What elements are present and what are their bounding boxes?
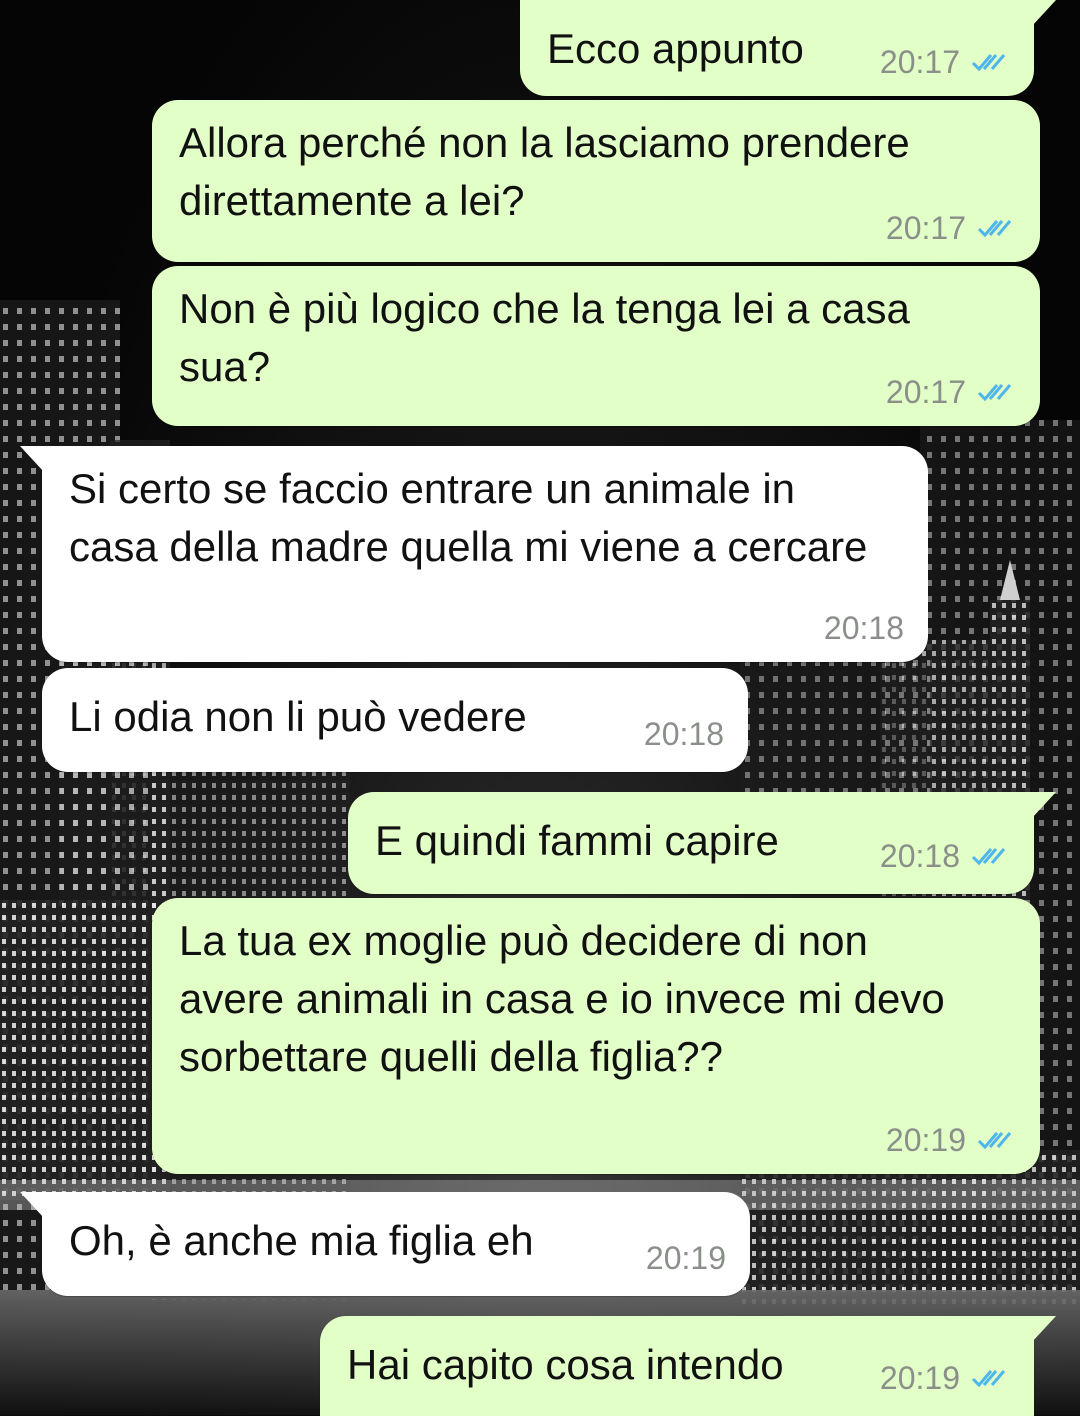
message-time: 20:19 [885,1122,966,1158]
message-meta: 20:19 [880,1360,1010,1396]
message-bubble-outgoing[interactable]: Allora perché non la lasciamo prendere d… [152,100,1040,262]
message-bubble-outgoing[interactable]: Hai capito cosa intendo 20:19 [320,1316,1056,1416]
message-bubble-outgoing[interactable]: Non è più logico che la tenga lei a casa… [152,266,1040,426]
message-bubble-incoming[interactable]: Oh, è anche mia figlia eh 20:19 [20,1192,750,1296]
message-time: 20:19 [645,1240,726,1276]
message-bubble-outgoing[interactable]: Ecco appunto 20:17 [520,0,1056,96]
message-time: 20:18 [643,716,724,752]
message-bubble-outgoing[interactable]: E quindi fammi capire 20:18 [348,792,1056,894]
message-text: Si certo se faccio entrare un animale in… [69,465,868,570]
double-check-read-icon [977,1132,1012,1150]
double-check-read-icon [971,848,1006,866]
message-meta: 20:17 [886,210,1016,246]
message-time: 20:17 [885,210,966,246]
message-time: 20:18 [823,610,904,646]
message-time: 20:19 [879,1360,960,1396]
message-meta: 20:17 [880,44,1010,80]
message-time: 20:17 [885,374,966,410]
message-time: 20:18 [879,838,960,874]
double-check-read-icon [971,1370,1006,1388]
message-meta: 20:19 [886,1122,1016,1158]
message-bubble-outgoing[interactable]: La tua ex moglie può decidere di non ave… [152,898,1040,1174]
message-bubble-incoming[interactable]: Li odia non li può vedere 20:18 [42,668,748,772]
message-meta: 20:18 [880,838,1010,874]
double-check-read-icon [977,220,1012,238]
message-bubble-incoming[interactable]: Si certo se faccio entrare un animale in… [20,446,928,662]
message-meta: 20:18 [644,716,724,752]
message-meta: 20:17 [886,374,1016,410]
message-time: 20:17 [879,44,960,80]
message-text: La tua ex moglie può decidere di non ave… [179,917,945,1080]
message-meta: 20:19 [646,1240,726,1276]
message-meta: 20:18 [824,610,904,646]
message-text: Li odia non li può vedere [69,693,527,740]
message-text: Oh, è anche mia figlia eh [69,1217,534,1264]
double-check-read-icon [977,384,1012,402]
double-check-read-icon [971,54,1006,72]
